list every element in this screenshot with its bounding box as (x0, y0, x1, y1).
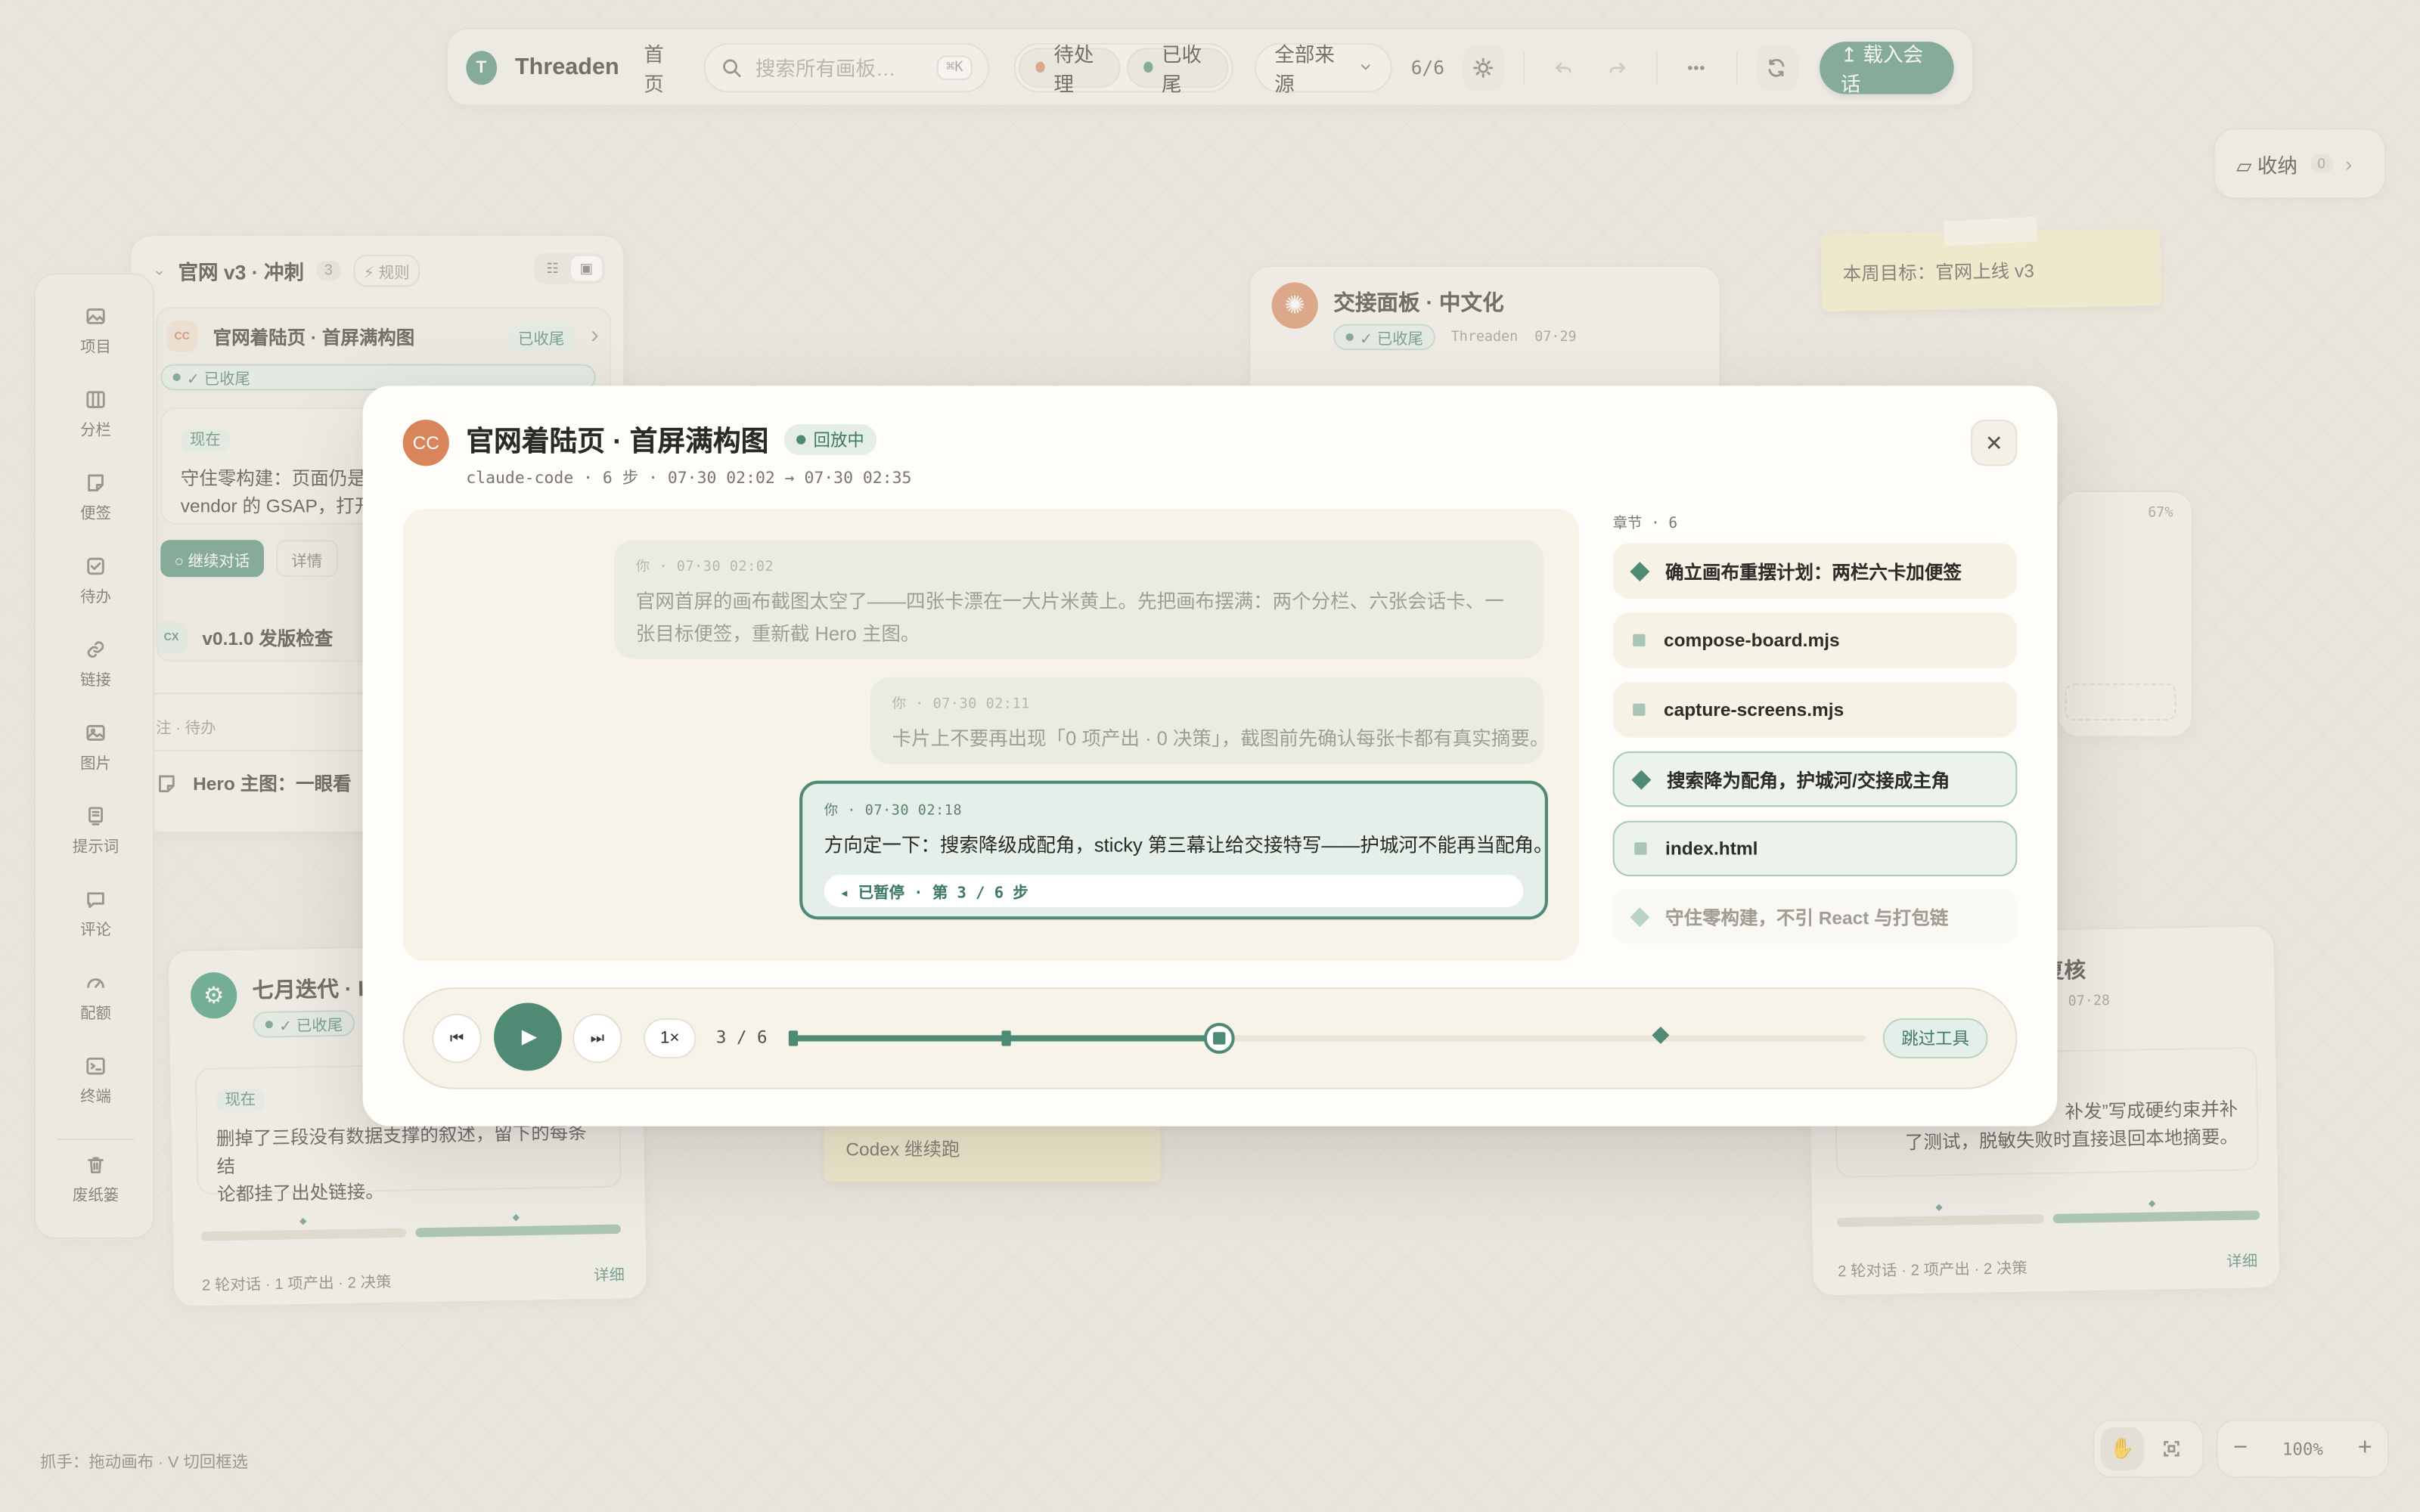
speed-button[interactable]: 1× (644, 1018, 697, 1058)
play-button[interactable]: ▶ (494, 1002, 562, 1071)
file-icon (1634, 842, 1647, 855)
chapter-item[interactable]: 确立画布重摆计划：两栏六卡加便签 (1612, 543, 2018, 599)
file-marker (788, 1030, 799, 1046)
replay-status-label: 回放中 (813, 432, 864, 451)
chapter-label: 确立画布重摆计划：两栏六卡加便签 (1665, 560, 1962, 583)
chapter-item[interactable]: capture-screens.mjs (1612, 682, 2018, 738)
chat-message: 你 · 07·30 02:11 卡片上不要再出现「0 项产出 · 0 决策」，截… (870, 677, 1550, 764)
modal-avatar: CC (402, 420, 449, 466)
file-icon (1633, 703, 1646, 716)
decision-icon (1631, 769, 1652, 789)
decision-marker (1652, 1026, 1670, 1044)
progress-track[interactable] (788, 1023, 1866, 1054)
skip-forward-icon: ⏭ (590, 1030, 604, 1047)
decision-icon (1630, 561, 1650, 581)
chapter-label: capture-screens.mjs (1663, 699, 1844, 721)
paused-indicator: ◂ 已暂停 · 第 3 / 6 步 (824, 875, 1524, 907)
file-marker (1001, 1030, 1011, 1046)
chat-pane: 你 · 07·30 02:02 官网首屏的画布截图太空了——四张卡漂在一大片米黄… (402, 509, 1579, 962)
playback-bar: ⏮ ▶ ⏭ 1× 3 / 6 跳过工具 (402, 987, 2018, 1089)
message-text: 官网首屏的画布截图太空了——四张卡漂在一大片米黄上。先把画布摆满：两个分栏、六张… (635, 590, 1504, 646)
progress-thumb[interactable] (1204, 1023, 1236, 1054)
chapter-label: index.html (1665, 838, 1758, 860)
message-text: 方向定一下：搜索降级成配角，sticky 第三幕让给交接特写——护城河不能再当配… (824, 835, 1553, 857)
play-icon: ▶ (521, 1024, 538, 1048)
message-meta: 你 · 07·30 02:11 (892, 697, 1030, 713)
close-button[interactable]: ✕ (1971, 420, 2018, 466)
decision-icon (1630, 906, 1650, 927)
message-text: 卡片上不要再出现「0 项产出 · 0 决策」，截图前先确认每张卡都有真实摘要。 (892, 728, 1550, 750)
thumb-marker (1213, 1032, 1226, 1045)
message-meta: 你 · 07·30 02:18 (824, 804, 963, 820)
chat-message-current: 你 · 07·30 02:18 方向定一下：搜索降级成配角，sticky 第三幕… (799, 780, 1553, 920)
modal-meta: claude-code · 6 步 · 07·30 02:02 → 07·30 … (466, 469, 912, 488)
chapter-label: compose-board.mjs (1663, 629, 1840, 652)
chapter-item-upcoming[interactable]: 守住零构建，不引 React 与打包链 (1612, 888, 2018, 944)
chapter-label: 守住零构建，不引 React 与打包链 (1665, 906, 1949, 928)
chapter-item-active[interactable]: 搜索降为配角，护城河/交接成主角 (1612, 751, 2018, 807)
skip-back-icon: ⏮ (449, 1030, 464, 1047)
chat-message: 你 · 07·30 02:02 官网首屏的画布截图太空了——四张卡漂在一大片米黄… (614, 540, 1544, 659)
chapter-label: 搜索降为配角，护城河/交接成主角 (1667, 769, 1950, 791)
modal-title: 官网着陆页 · 首屏满构图 (466, 426, 769, 457)
skip-tools-button[interactable]: 跳过工具 (1882, 1018, 1988, 1058)
replay-modal: CC 官网着陆页 · 首屏满构图 回放中 claude-code · 6 步 ·… (362, 386, 2058, 1126)
message-meta: 你 · 07·30 02:02 (635, 559, 774, 576)
status-dot-icon (796, 435, 806, 445)
step-counter: 3 / 6 (715, 1027, 768, 1048)
skip-forward-button[interactable]: ⏭ (572, 1013, 622, 1064)
chapter-item-active[interactable]: index.html (1612, 820, 2018, 877)
close-icon: ✕ (1984, 429, 2003, 455)
replay-status-badge: 回放中 (783, 424, 877, 456)
chapter-item[interactable]: compose-board.mjs (1612, 612, 2018, 668)
file-icon (1633, 634, 1646, 647)
chapters-label: 章节 · 6 (1612, 515, 1678, 533)
skip-back-button[interactable]: ⏮ (432, 1013, 482, 1064)
